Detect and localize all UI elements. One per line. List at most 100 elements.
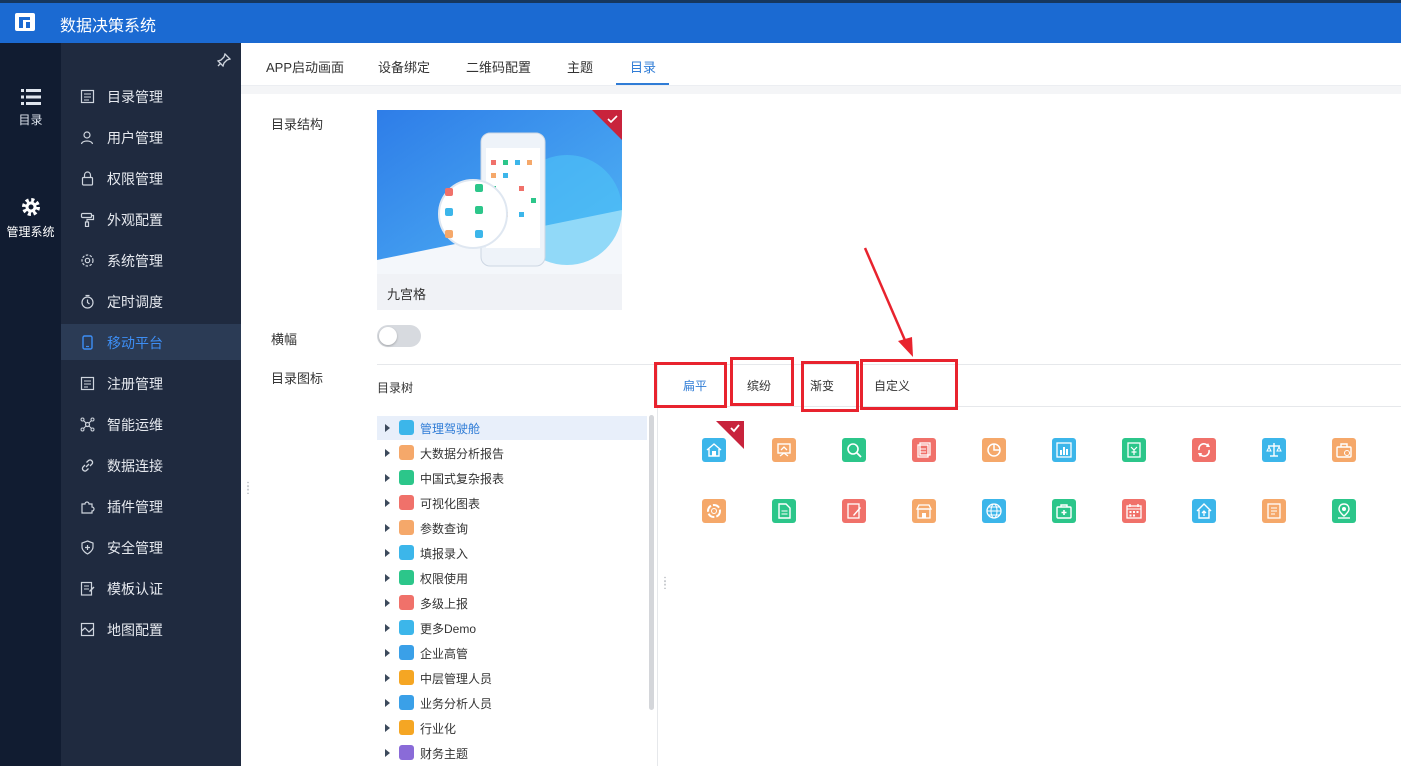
list-icon [20, 89, 41, 105]
expand-caret-icon[interactable] [385, 649, 390, 657]
icon-option-user-pin[interactable] [1332, 499, 1356, 523]
tree-item[interactable]: 企业高管 [377, 641, 647, 665]
expand-caret-icon[interactable] [385, 424, 390, 432]
expand-caret-icon[interactable] [385, 674, 390, 682]
icon-config-panel: 目录树 管理驾驶舱 大数据分析报告 中国式复杂报表 可视化图表 参数查询 填报录入 权限使用… [377, 364, 1401, 766]
tree-scrollbar[interactable] [649, 415, 654, 710]
expand-caret-icon[interactable] [385, 499, 390, 507]
menu-item-label: 外观配置 [107, 212, 163, 228]
tab-catalog[interactable]: 目录 [630, 57, 656, 76]
menu-item-label: 数据连接 [107, 458, 163, 474]
annotation-arrow [863, 247, 913, 357]
pie-icon [987, 443, 1001, 457]
icon-option-docs[interactable] [912, 438, 936, 462]
icon-option-yen-doc[interactable] [1122, 438, 1146, 462]
tree-item[interactable]: 可视化图表 [377, 491, 647, 515]
tree-item[interactable]: 财务主题 [377, 741, 647, 765]
expand-caret-icon[interactable] [385, 549, 390, 557]
menu-item-shield[interactable]: 安全管理 [61, 529, 241, 565]
icon-option-edit-doc[interactable] [842, 499, 866, 523]
tree-item[interactable]: 大数据分析报告 [377, 441, 647, 465]
menu-item-label: 用户管理 [107, 130, 163, 146]
menu-item-lock[interactable]: 权限管理 [61, 160, 241, 196]
menu-item-template[interactable]: 模板认证 [61, 570, 241, 606]
folder-icon [399, 420, 414, 435]
tree-item[interactable]: 中国式复杂报表 [377, 466, 647, 490]
rail-item-management[interactable]: 管理系统 [0, 197, 61, 240]
map-icon [80, 622, 95, 637]
splitter-handle[interactable]: ⋮ ⋮ [660, 577, 670, 591]
icon-option-medkit[interactable] [1052, 499, 1076, 523]
catalog-icon [80, 89, 95, 104]
banner-toggle[interactable] [377, 325, 421, 347]
settings-icon [81, 254, 94, 267]
menu-item-label: 智能运维 [107, 417, 163, 433]
tree-item-label: 业务分析人员 [420, 697, 493, 711]
icon-option-house-up[interactable] [1192, 499, 1216, 523]
expand-caret-icon[interactable] [385, 474, 390, 482]
tree-item[interactable]: 更多Demo [377, 616, 647, 640]
menu-item-mobile[interactable]: 移动平台 [61, 324, 241, 360]
expand-caret-icon[interactable] [385, 574, 390, 582]
icon-option-store[interactable] [912, 499, 936, 523]
tree-item[interactable]: 权限使用 [377, 566, 647, 590]
icon-option-ring[interactable] [702, 499, 726, 523]
menu-splitter-handle[interactable]: ⋮ ⋮ [243, 482, 253, 496]
tree-item[interactable]: 管理驾驶舱 [377, 416, 647, 440]
icon-option-refresh[interactable] [1192, 438, 1216, 462]
icon-option-board[interactable] [772, 438, 796, 462]
bar-chart-icon [1056, 442, 1072, 458]
icon-option-file[interactable] [772, 499, 796, 523]
icon-option-globe[interactable] [982, 499, 1006, 523]
expand-caret-icon[interactable] [385, 524, 390, 532]
gear-icon [21, 198, 40, 216]
store-icon [915, 504, 933, 519]
menu-item-register[interactable]: 注册管理 [61, 365, 241, 401]
icon-option-calendar[interactable] [1122, 499, 1146, 523]
menu-item-user[interactable]: 用户管理 [61, 119, 241, 155]
menu-item-network[interactable]: 智能运维 [61, 406, 241, 442]
menu-item-paint-roller[interactable]: 外观配置 [61, 201, 241, 237]
tab-device-binding[interactable]: 设备绑定 [378, 57, 430, 76]
icon-option-list-doc[interactable] [1262, 499, 1286, 523]
expand-caret-icon[interactable] [385, 749, 390, 757]
tab-app-launch[interactable]: APP启动画面 [266, 57, 344, 76]
tree-item[interactable]: 中层管理人员 [377, 666, 647, 690]
bag-icon [1336, 443, 1352, 458]
menu-item-timer[interactable]: 定时调度 [61, 283, 241, 319]
menu-item-catalog[interactable]: 目录管理 [61, 78, 241, 114]
tab-qrcode-config[interactable]: 二维码配置 [466, 57, 531, 76]
pin-icon[interactable] [217, 53, 231, 67]
icon-option-bar-chart[interactable] [1052, 438, 1076, 462]
menu-item-label: 模板认证 [107, 581, 163, 597]
splitter [657, 365, 658, 766]
icon-option-scale[interactable] [1262, 438, 1286, 462]
expand-caret-icon[interactable] [385, 599, 390, 607]
tree-item[interactable]: 填报录入 [377, 541, 647, 565]
icon-option-bag[interactable] [1332, 438, 1356, 462]
tree-item[interactable]: 行业化 [377, 716, 647, 740]
network-icon [80, 417, 95, 432]
rail-item-catalog[interactable]: 目录 [0, 89, 61, 128]
tab-active-indicator [616, 83, 669, 85]
expand-caret-icon[interactable] [385, 724, 390, 732]
content-strip [241, 86, 1401, 94]
annotation-box-flat [654, 362, 727, 408]
tab-theme[interactable]: 主题 [567, 57, 593, 76]
menu-item-plugin[interactable]: 插件管理 [61, 488, 241, 524]
folder-icon [399, 620, 414, 635]
ring-icon [707, 504, 721, 518]
menu-item-link[interactable]: 数据连接 [61, 447, 241, 483]
menu-item-label: 定时调度 [107, 294, 163, 310]
tree-item[interactable]: 参数查询 [377, 516, 647, 540]
tree-item[interactable]: 多级上报 [377, 591, 647, 615]
menu-item-map[interactable]: 地图配置 [61, 611, 241, 647]
expand-caret-icon[interactable] [385, 449, 390, 457]
icon-option-pie[interactable] [982, 438, 1006, 462]
icon-option-search[interactable] [842, 438, 866, 462]
menu-item-settings[interactable]: 系统管理 [61, 242, 241, 278]
expand-caret-icon[interactable] [385, 699, 390, 707]
tree-item[interactable]: 业务分析人员 [377, 691, 647, 715]
expand-caret-icon[interactable] [385, 624, 390, 632]
structure-option-grid[interactable]: 九宫格 [377, 110, 622, 310]
